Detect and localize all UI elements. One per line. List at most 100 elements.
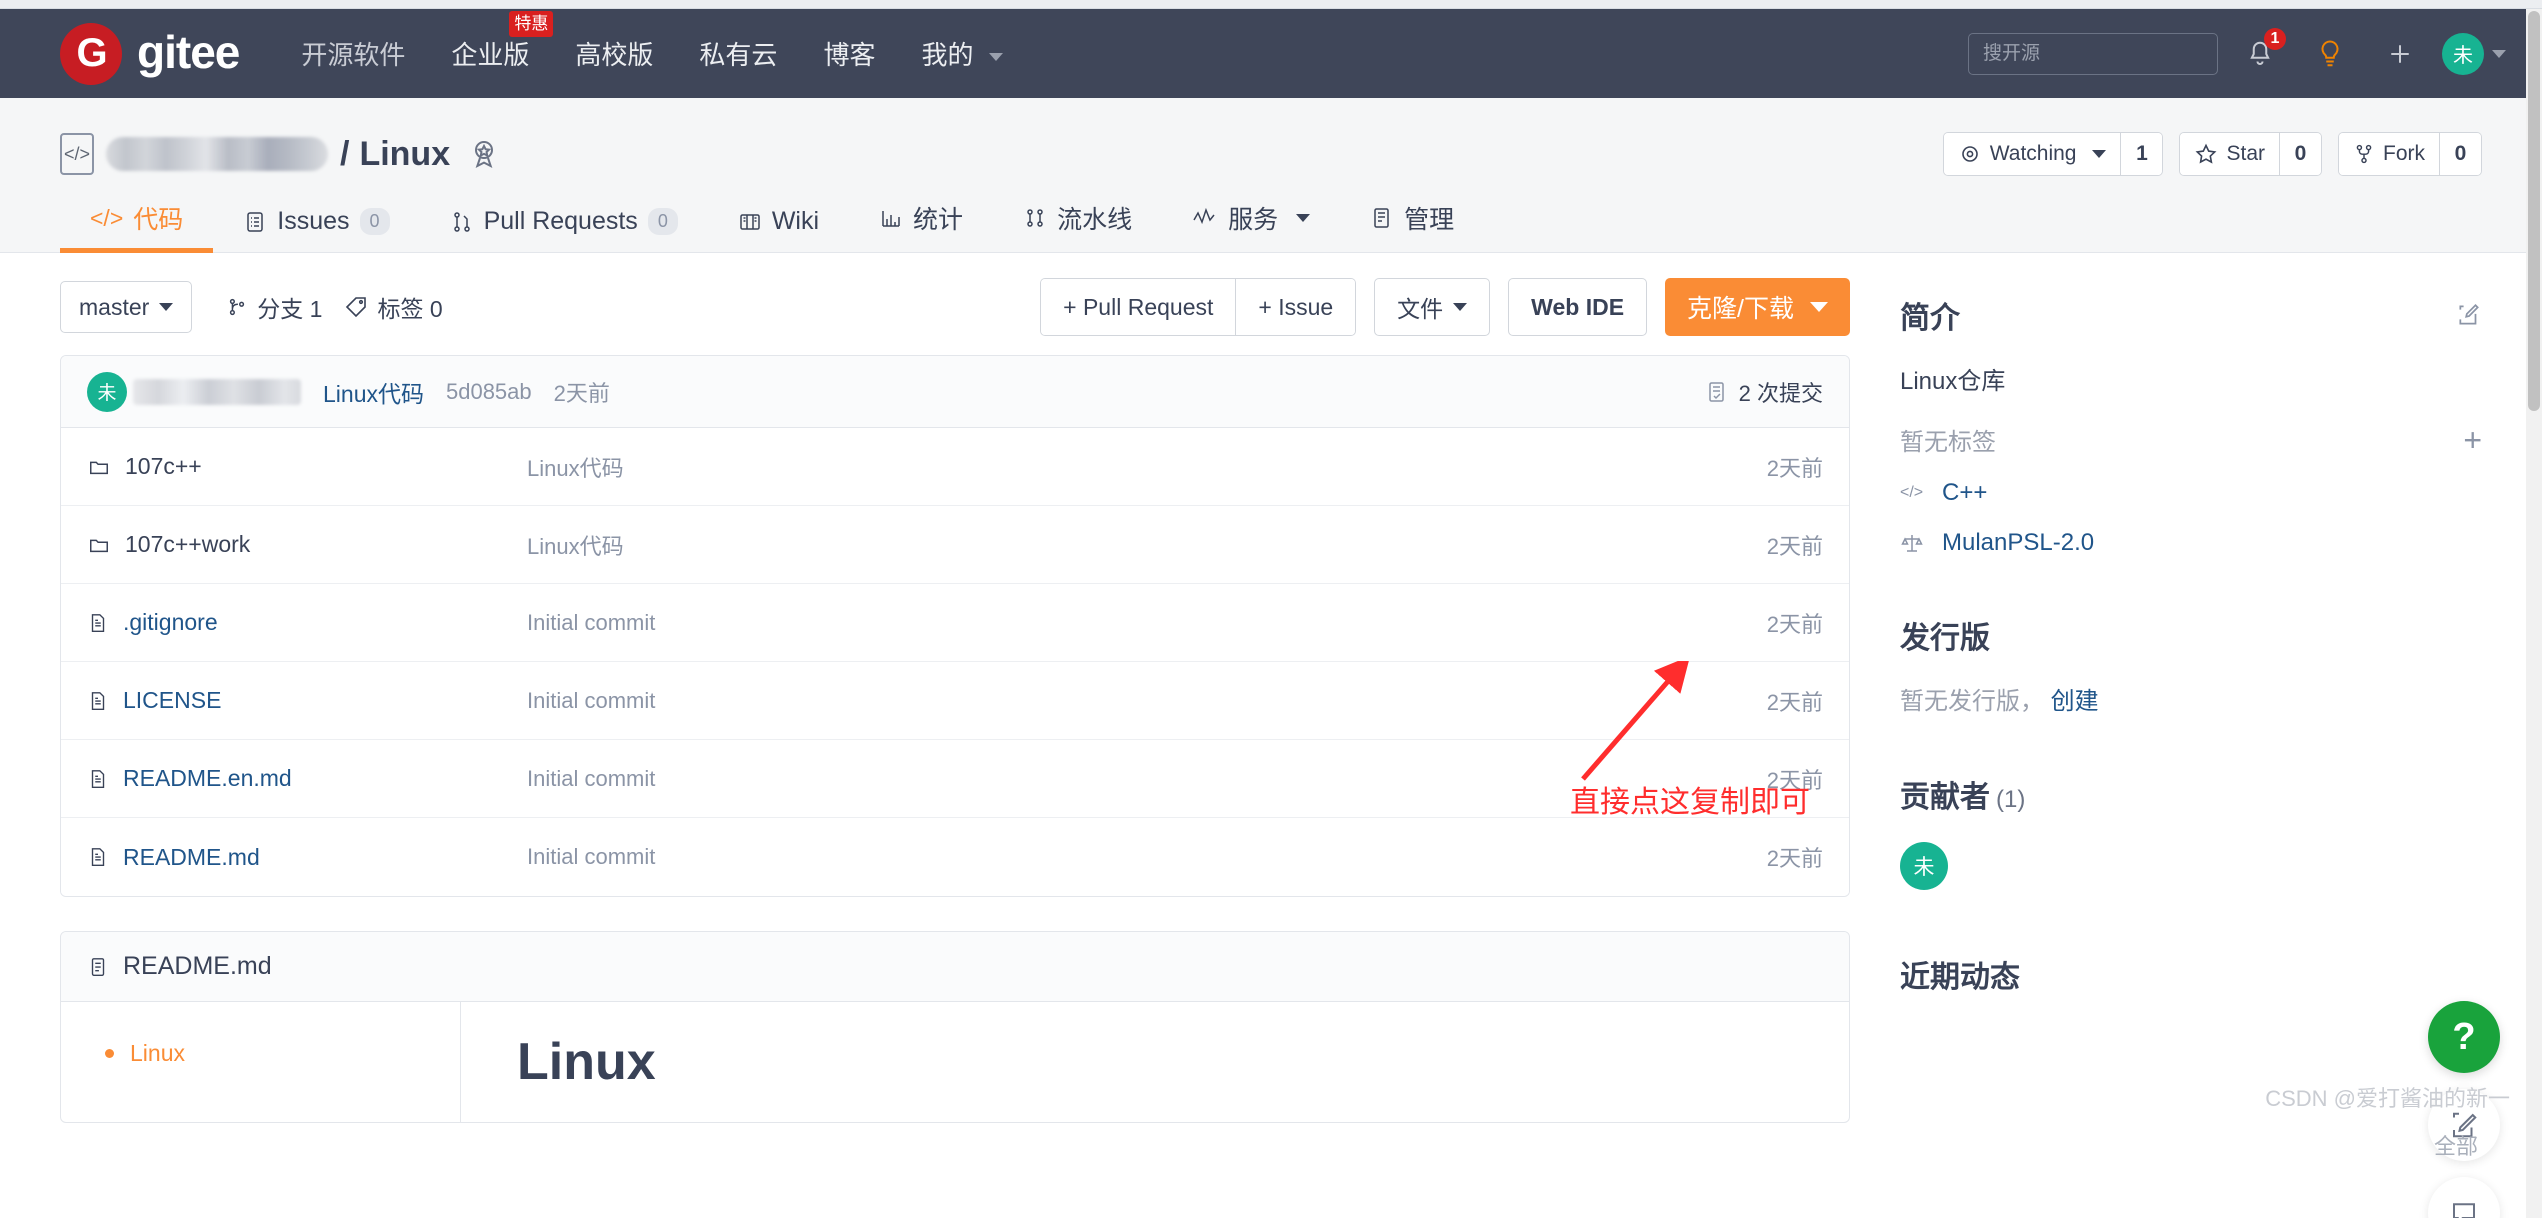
tab-statistics[interactable]: 统计 [849, 200, 993, 252]
table-row[interactable]: .gitignore Initial commit 2天前 [61, 584, 1849, 662]
help-button[interactable]: ? [2428, 1001, 2500, 1073]
activity-icon [1192, 206, 1218, 230]
create-new-button[interactable] [2372, 26, 2428, 82]
commit-sha[interactable]: 5d085ab [446, 379, 532, 405]
file-entry-name[interactable]: 107c++ [87, 453, 527, 480]
user-avatar[interactable]: 未 [2442, 33, 2484, 75]
gitee-logo[interactable]: G gitee [60, 23, 239, 85]
tab-wiki-label: Wiki [772, 207, 819, 236]
commit-author-avatar[interactable]: 未 [87, 372, 127, 412]
suggestion-button[interactable] [2302, 26, 2358, 82]
readme-body: Linux Linux [61, 1002, 1849, 1122]
chat-button[interactable] [2428, 1177, 2500, 1218]
commit-author-name-masked[interactable] [133, 379, 301, 405]
table-row[interactable]: LICENSE Initial commit 2天前 [61, 662, 1849, 740]
contributor-avatar[interactable]: 未 [1900, 842, 1948, 890]
nav-item-blog[interactable]: 博客 [823, 35, 875, 72]
file-entry-commit[interactable]: Initial commit [527, 766, 1767, 792]
tab-manage[interactable]: 管理 [1340, 200, 1484, 252]
eye-icon [1958, 142, 1982, 166]
star-button[interactable]: Star [2180, 133, 2279, 175]
create-release-link[interactable]: 创建 [2051, 688, 2099, 715]
clone-download-button[interactable]: 克隆/下载 [1665, 278, 1850, 336]
file-entry-time: 2天前 [1767, 451, 1823, 483]
file-entry-name[interactable]: .gitignore [87, 609, 527, 636]
code-toolbar-actions: + Pull Request + Issue 文件 Web IDE 克隆/下载 [1040, 278, 1850, 336]
star-count[interactable]: 0 [2279, 133, 2321, 175]
tab-pull-requests[interactable]: Pull Requests 0 [420, 207, 708, 252]
files-chevron-down-icon [1453, 303, 1467, 311]
file-entry-name[interactable]: LICENSE [87, 687, 527, 714]
top-nav-right-group: 1 未 [1968, 26, 2506, 82]
repository-header: </> / Linux Watching 1 [0, 98, 2542, 253]
commit-history-link[interactable]: 2 次提交 [1705, 376, 1823, 408]
search-input[interactable] [1968, 33, 2218, 75]
table-row[interactable]: README.md Initial commit 2天前 [61, 818, 1849, 896]
edit-intro-button[interactable] [2456, 302, 2482, 328]
repository-code-icon: </> [60, 133, 94, 175]
tags-label: 标签 0 [377, 290, 442, 324]
files-dropdown-button[interactable]: 文件 [1374, 278, 1490, 336]
fork-button[interactable]: Fork [2339, 133, 2439, 175]
readme-card: README.md Linux Linux [60, 931, 1850, 1123]
file-entry-time: 2天前 [1767, 685, 1823, 717]
contributors-count: (1) [1996, 786, 2025, 813]
file-entry-commit[interactable]: Initial commit [527, 844, 1767, 870]
page-scrollbar-thumb[interactable] [2528, 11, 2540, 411]
nav-item-education[interactable]: 高校版 [575, 35, 653, 72]
commit-message[interactable]: Linux代码 [323, 375, 424, 409]
nav-item-enterprise[interactable]: 企业版 特惠 [451, 35, 529, 72]
table-row[interactable]: 107c++ Linux代码 2天前 [61, 428, 1849, 506]
nav-item-mine[interactable]: 我的 [921, 35, 1002, 72]
file-entry-commit[interactable]: Linux代码 [527, 529, 1767, 561]
badge-medal-icon[interactable] [468, 137, 500, 171]
watch-button[interactable]: Watching [1944, 133, 2121, 175]
new-pull-request-button[interactable]: + Pull Request [1041, 279, 1235, 335]
contributors-title-label: 贡献者 [1900, 781, 1990, 814]
nav-item-opensource[interactable]: 开源软件 [301, 35, 405, 72]
table-row[interactable]: 107c++work Linux代码 2天前 [61, 506, 1849, 584]
watch-button-group[interactable]: Watching 1 [1943, 132, 2164, 176]
nav-item-education-label: 高校版 [575, 40, 653, 70]
fork-button-group[interactable]: Fork 0 [2338, 132, 2482, 176]
file-entry-commit[interactable]: Linux代码 [527, 451, 1767, 483]
bullet-icon [105, 1049, 114, 1058]
new-issue-button[interactable]: + Issue [1235, 279, 1355, 335]
file-entry-name[interactable]: README.md [87, 844, 527, 871]
file-entry-commit[interactable]: Initial commit [527, 688, 1767, 714]
tab-pipelines[interactable]: 流水线 [993, 200, 1162, 252]
file-entry-name[interactable]: 107c++work [87, 531, 527, 558]
license-row[interactable]: MulanPSL-2.0 [1900, 529, 2482, 557]
nav-item-mine-label: 我的 [921, 40, 973, 70]
tab-wiki[interactable]: Wiki [708, 207, 849, 252]
repository-name[interactable]: Linux [359, 135, 450, 174]
watch-count[interactable]: 1 [2120, 133, 2162, 175]
top-navigation-bar: G gitee 开源软件 企业版 特惠 高校版 私有云 博客 我的 [0, 9, 2542, 98]
promo-badge: 特惠 [509, 11, 553, 37]
nav-item-privatecloud[interactable]: 私有云 [699, 35, 777, 72]
toc-item[interactable]: Linux [105, 1040, 460, 1067]
branch-selector[interactable]: master [60, 281, 192, 333]
chevron-down-icon [989, 53, 1003, 61]
page-scrollbar[interactable] [2526, 9, 2542, 1218]
clone-download-label: 克隆/下载 [1687, 289, 1794, 325]
repository-owner-masked[interactable] [106, 137, 328, 171]
file-entry-commit[interactable]: Initial commit [527, 610, 1767, 636]
file-entry-name[interactable]: README.en.md [87, 765, 527, 792]
table-row[interactable]: README.en.md Initial commit 2天前 [61, 740, 1849, 818]
language-row[interactable]: </> C++ [1900, 479, 2482, 507]
star-button-group[interactable]: Star 0 [2179, 132, 2322, 176]
intro-title: 简介 [1900, 293, 1960, 337]
intro-title-row: 简介 [1900, 293, 2482, 337]
watermark: CSDN @爱打酱油的新一 [2265, 1081, 2510, 1113]
branches-link[interactable]: 分支 1 [226, 290, 322, 324]
tab-code[interactable]: </> 代码 [60, 200, 213, 252]
add-tag-button[interactable]: + [2463, 424, 2482, 456]
notifications-button[interactable]: 1 [2232, 26, 2288, 82]
web-ide-button[interactable]: Web IDE [1508, 278, 1647, 336]
tags-link[interactable]: 标签 0 [344, 290, 442, 324]
user-menu-chevron-down-icon[interactable] [2492, 50, 2506, 58]
tab-issues[interactable]: Issues 0 [213, 207, 419, 252]
tab-services[interactable]: 服务 [1162, 200, 1340, 252]
fork-count[interactable]: 0 [2439, 133, 2481, 175]
